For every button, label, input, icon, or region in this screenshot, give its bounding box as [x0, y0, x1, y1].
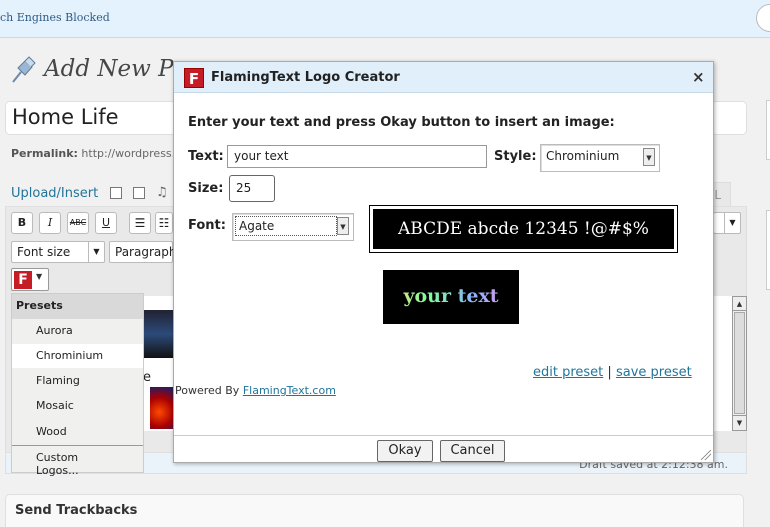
dialog-title: FlamingText Logo Creator: [211, 70, 400, 85]
numbered-list-icon[interactable]: ☷: [155, 212, 173, 234]
preset-item-wood[interactable]: Wood: [12, 420, 143, 444]
scroll-down-icon[interactable]: ▼: [733, 415, 746, 429]
close-icon[interactable]: ×: [692, 68, 705, 86]
permalink-value[interactable]: http://wordpress.: [81, 147, 175, 160]
right-sidebar-box: [766, 210, 770, 290]
dialog-title-bar[interactable]: F FlamingText Logo Creator ×: [174, 62, 713, 93]
editor-image-thumbnail: [143, 310, 173, 358]
pushpin-icon: [12, 56, 36, 83]
italic-button[interactable]: I: [39, 212, 61, 234]
paragraph-select-label: Paragraph: [115, 245, 177, 259]
font-label: Font:: [188, 218, 226, 233]
custom-logos-item[interactable]: Custom Logos...: [12, 446, 143, 477]
presets-header: Presets: [12, 294, 143, 319]
preset-item-aurora[interactable]: Aurora: [12, 319, 143, 343]
size-label: Size:: [188, 181, 224, 196]
cancel-button[interactable]: Cancel: [440, 440, 505, 462]
logo-preview-image: your text: [383, 270, 519, 324]
save-preset-link[interactable]: save preset: [616, 365, 692, 380]
add-video-icon[interactable]: [133, 187, 145, 199]
font-preview-text: ABCDE abcde 12345 !@#$%: [373, 209, 674, 249]
flamingtext-dialog: F FlamingText Logo Creator × Enter your …: [173, 61, 714, 463]
header-circle-button[interactable]: [756, 4, 770, 32]
logo-preview-text: your text: [383, 270, 519, 324]
link-separator: |: [607, 365, 612, 380]
instruction-text: Enter your text and press Okay button to…: [188, 115, 615, 130]
flamingtext-logo-icon: F: [184, 68, 204, 88]
upload-insert-label: Upload/Insert: [11, 186, 99, 201]
chevron-down-icon: ▼: [724, 213, 740, 233]
edit-preset-link[interactable]: edit preset: [533, 365, 603, 380]
add-audio-icon[interactable]: ♫: [156, 185, 168, 200]
editor-scrollbar[interactable]: ▲ ▼: [732, 296, 747, 431]
font-preview: ABCDE abcde 12345 !@#$%: [369, 205, 678, 253]
toolbar-dropdown[interactable]: ▼: [713, 212, 741, 234]
dialog-button-bar: Okay Cancel: [174, 435, 713, 462]
preset-item-mosaic[interactable]: Mosaic: [12, 394, 143, 418]
font-select-value: Agate: [235, 216, 337, 236]
bold-button[interactable]: B: [11, 212, 33, 234]
admin-header: ch Engines Blocked: [0, 0, 770, 38]
paragraph-select[interactable]: Paragraph: [109, 241, 177, 263]
right-sidebar-box: [766, 100, 770, 160]
chevron-down-icon: ▼: [337, 217, 349, 235]
editor-flame-image: [150, 387, 173, 429]
scroll-up-icon[interactable]: ▲: [733, 297, 746, 311]
preset-links: edit preset | save preset: [533, 365, 692, 380]
preset-item-flaming[interactable]: Flaming: [12, 369, 143, 393]
chevron-down-icon: ▼: [36, 272, 43, 281]
bullet-list-icon[interactable]: ☰: [129, 212, 151, 234]
permalink-label: Permalink:: [11, 147, 78, 160]
permalink-row: Permalink: http://wordpress.: [11, 147, 175, 160]
powered-by: Powered By FlamingText.com: [175, 384, 336, 397]
style-select-value: Chrominium: [546, 149, 620, 163]
add-image-icon[interactable]: [110, 187, 122, 199]
okay-button[interactable]: Okay: [377, 440, 433, 462]
flamingtext-link[interactable]: FlamingText.com: [243, 384, 336, 397]
editor-text-fragment: e: [143, 370, 151, 385]
send-trackbacks-title: Send Trackbacks: [15, 503, 138, 518]
text-label: Text:: [188, 149, 224, 164]
search-engines-blocked-text: ch Engines Blocked: [0, 11, 110, 24]
powered-by-label: Powered By: [175, 384, 240, 397]
chevron-down-icon: ▼: [88, 242, 104, 262]
font-select[interactable]: Agate ▼: [232, 213, 354, 241]
underline-button[interactable]: U: [95, 212, 117, 234]
flamingtext-button[interactable]: F ▼: [11, 268, 49, 291]
strikethrough-button[interactable]: ABC: [67, 212, 89, 234]
scrollbar-thumb[interactable]: [734, 312, 745, 414]
text-input[interactable]: your text: [227, 145, 487, 168]
post-title-value: Home Life: [12, 105, 119, 129]
presets-menu: Presets Aurora Chrominium Flaming Mosaic…: [11, 293, 144, 477]
resize-grip-icon[interactable]: [701, 450, 711, 460]
font-size-select-label: Font size: [17, 245, 71, 259]
preset-item-chrominium[interactable]: Chrominium: [12, 344, 143, 368]
style-label: Style:: [494, 149, 537, 164]
size-input[interactable]: 25: [229, 175, 275, 202]
font-size-select[interactable]: Font size ▼: [11, 241, 105, 263]
style-select[interactable]: Chrominium ▼: [540, 144, 660, 172]
flamingtext-logo-icon: F: [14, 271, 32, 289]
send-trackbacks-box[interactable]: Send Trackbacks: [5, 494, 744, 527]
chevron-down-icon: ▼: [643, 148, 655, 166]
